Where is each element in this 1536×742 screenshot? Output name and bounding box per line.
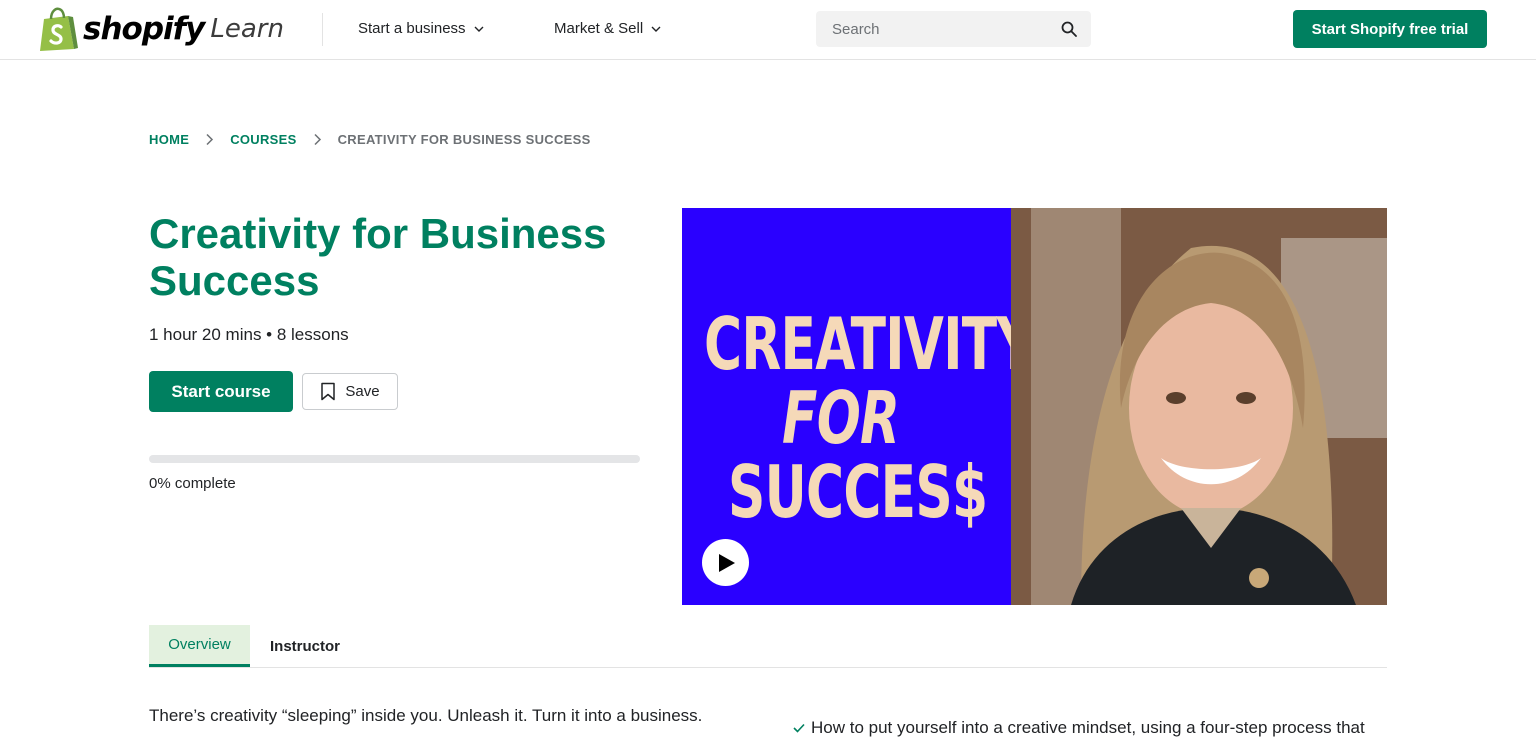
start-course-button[interactable]: Start course [149,371,293,412]
instructor-portrait-illustration [1011,208,1387,605]
tab-overview[interactable]: Overview [149,625,250,667]
search-box [816,11,1091,47]
start-free-trial-button[interactable]: Start Shopify free trial [1293,10,1487,48]
site-header: shopify Learn Start a business Market & … [0,0,1536,60]
nav-label: Start a business [358,20,466,37]
logo-learn: Learn [210,14,284,44]
shopify-learn-logo[interactable]: shopify Learn [38,6,284,52]
nav-start-a-business[interactable]: Start a business [358,20,484,37]
save-button[interactable]: Save [302,373,398,410]
learning-point-text: How to put yourself into a creative mind… [811,718,1365,737]
save-label: Save [345,383,380,400]
search-icon[interactable] [1061,21,1077,37]
tabs-divider [149,667,1387,668]
page-title: Creativity for Business Success [149,210,607,304]
breadcrumb-courses[interactable]: COURSES [230,132,296,147]
tab-instructor[interactable]: Instructor [259,625,351,667]
nav-label: Market & Sell [554,20,644,37]
chevron-right-icon [314,133,321,146]
check-icon [793,723,805,733]
breadcrumb-home[interactable]: HOME [149,132,189,147]
header-divider [322,13,323,46]
nav-market-and-sell[interactable]: Market & Sell [554,20,661,37]
progress-bar [149,455,640,463]
chevron-down-icon [651,26,661,32]
logo-wordmark: shopify [83,11,205,47]
video-text-line3: SUCCES$ [728,450,988,534]
bookmark-icon [321,382,336,401]
video-text-line1: CREATIVITY [704,302,1034,386]
course-video[interactable]: CREATIVITY FOR SUCCES$ [682,208,1387,605]
instructor-photo [1011,208,1387,605]
shopify-bag-icon [40,7,78,51]
chevron-down-icon [474,26,484,32]
search-input[interactable] [832,20,1052,38]
video-text-line2: FOR [782,376,900,460]
breadcrumb: HOME COURSES CREATIVITY FOR BUSINESS SUC… [149,132,591,147]
play-button[interactable] [702,539,749,586]
overview-intro: There’s creativity “sleeping” inside you… [149,706,703,725]
course-meta: 1 hour 20 mins • 8 lessons [149,325,349,344]
play-icon [719,553,735,572]
chevron-right-icon [206,133,214,146]
breadcrumb-current: CREATIVITY FOR BUSINESS SUCCESS [337,132,591,147]
learning-point: How to put yourself into a creative mind… [793,718,1365,738]
progress-label: 0% complete [149,475,236,492]
